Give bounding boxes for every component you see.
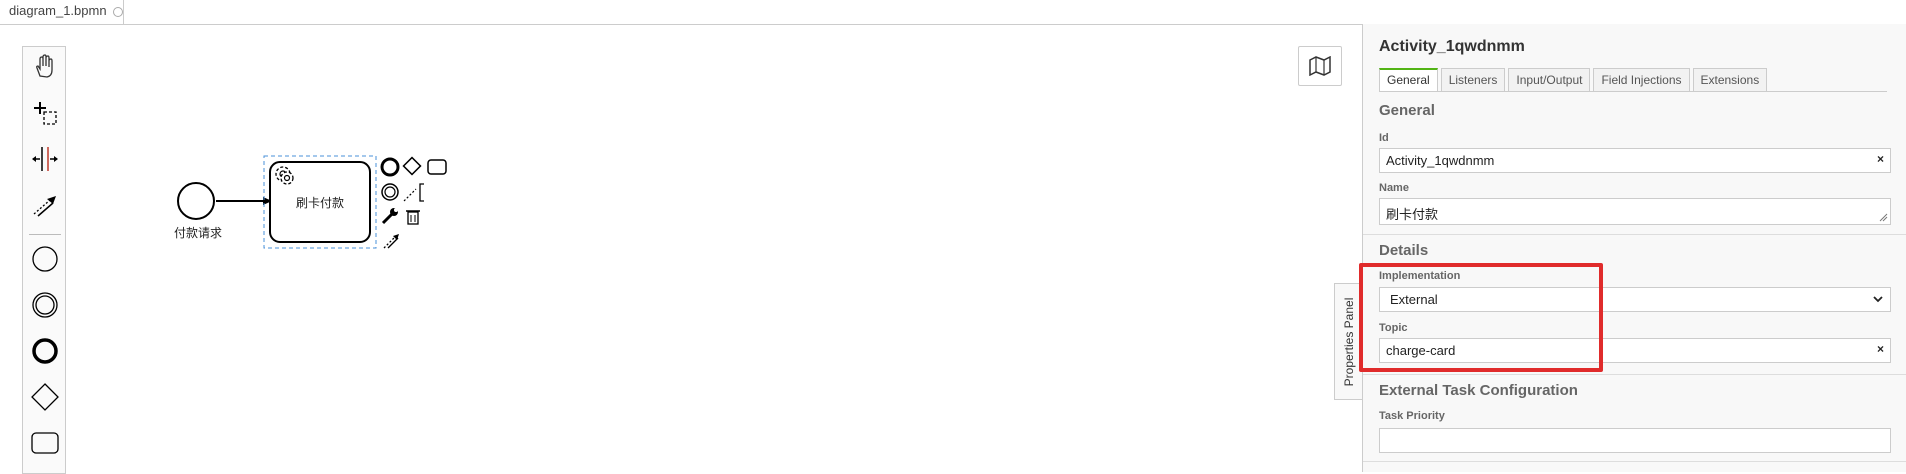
map-icon: [1309, 56, 1331, 76]
implementation-select[interactable]: External: [1379, 287, 1891, 312]
unsaved-indicator-icon: [112, 6, 123, 17]
minimap-toggle-button[interactable]: [1298, 46, 1342, 86]
gateway-icon[interactable]: [29, 381, 61, 413]
task-icon[interactable]: [29, 427, 61, 459]
group-title-external-task: External Task Configuration: [1379, 382, 1578, 399]
append-end-event-icon[interactable]: [380, 157, 400, 177]
group-title-general: General: [1379, 102, 1435, 119]
implementation-value: External: [1390, 292, 1438, 307]
palette-separator: [29, 234, 61, 235]
file-tab-bar: diagram_1.bpmn: [0, 0, 1906, 25]
id-value: Activity_1qwdnmm: [1386, 153, 1495, 168]
start-event-label: 付款请求: [174, 226, 223, 240]
file-tab[interactable]: diagram_1.bpmn: [0, 0, 124, 24]
trash-icon[interactable]: [406, 210, 420, 225]
name-value: 刷卡付款: [1386, 207, 1439, 222]
task-label: 刷卡付款: [295, 196, 344, 210]
name-field[interactable]: 刷卡付款: [1379, 198, 1891, 225]
task-priority-field[interactable]: [1379, 428, 1891, 453]
properties-panel-toggle-label: Properties Panel: [1341, 297, 1356, 386]
topic-label: Topic: [1379, 322, 1408, 334]
chevron-down-icon: [1873, 296, 1883, 303]
name-label: Name: [1379, 182, 1409, 194]
connect-icon[interactable]: [383, 234, 399, 249]
context-pad: [380, 156, 447, 249]
topic-value: charge-card: [1386, 343, 1456, 358]
topic-clear-button[interactable]: ×: [1877, 342, 1884, 356]
lasso-tool-icon[interactable]: [29, 97, 61, 129]
end-event-icon[interactable]: [29, 335, 61, 367]
tabs-underline: [1379, 91, 1887, 92]
tool-palette: [22, 46, 66, 474]
task-priority-label: Task Priority: [1379, 410, 1445, 422]
start-event-icon[interactable]: [29, 243, 61, 275]
id-clear-button[interactable]: ×: [1877, 152, 1884, 166]
tab-general[interactable]: General: [1379, 68, 1438, 92]
global-connect-tool-icon[interactable]: [29, 189, 61, 221]
tab-input-output[interactable]: Input/Output: [1508, 68, 1591, 92]
group-separator: [1363, 461, 1906, 462]
element-id-title: Activity_1qwdnmm: [1379, 38, 1525, 55]
tab-extensions[interactable]: Extensions: [1692, 68, 1768, 92]
start-event[interactable]: [177, 182, 215, 220]
diagram-canvas[interactable]: 付款请求 刷卡付款: [0, 25, 1362, 472]
tab-field-injections[interactable]: Field Injections: [1593, 68, 1690, 92]
id-label: Id: [1379, 132, 1389, 144]
diagram-svg: [177, 155, 447, 249]
resize-handle-icon[interactable]: [1878, 212, 1888, 222]
id-field[interactable]: Activity_1qwdnmm ×: [1379, 148, 1891, 173]
group-title-details: Details: [1379, 242, 1429, 259]
group-separator: [1363, 374, 1906, 375]
append-intermediate-event-icon[interactable]: [381, 183, 399, 201]
properties-panel: Activity_1qwdnmm General Listeners Input…: [1362, 24, 1906, 472]
append-text-annotation-icon[interactable]: [403, 183, 424, 202]
space-tool-icon[interactable]: [29, 143, 61, 175]
properties-panel-toggle[interactable]: Properties Panel: [1334, 283, 1362, 400]
append-task-icon[interactable]: [427, 159, 447, 175]
tab-listeners[interactable]: Listeners: [1440, 68, 1506, 92]
wrench-icon[interactable]: [381, 208, 398, 225]
group-separator: [1363, 234, 1906, 235]
hand-tool-icon[interactable]: [29, 51, 61, 83]
topic-field[interactable]: charge-card ×: [1379, 338, 1891, 363]
append-gateway-icon[interactable]: [402, 156, 422, 176]
properties-tabs: General Listeners Input/Output Field Inj…: [1379, 68, 1768, 92]
intermediate-event-icon[interactable]: [29, 289, 61, 321]
implementation-label: Implementation: [1379, 270, 1461, 282]
file-tab-label: diagram_1.bpmn: [9, 3, 107, 18]
